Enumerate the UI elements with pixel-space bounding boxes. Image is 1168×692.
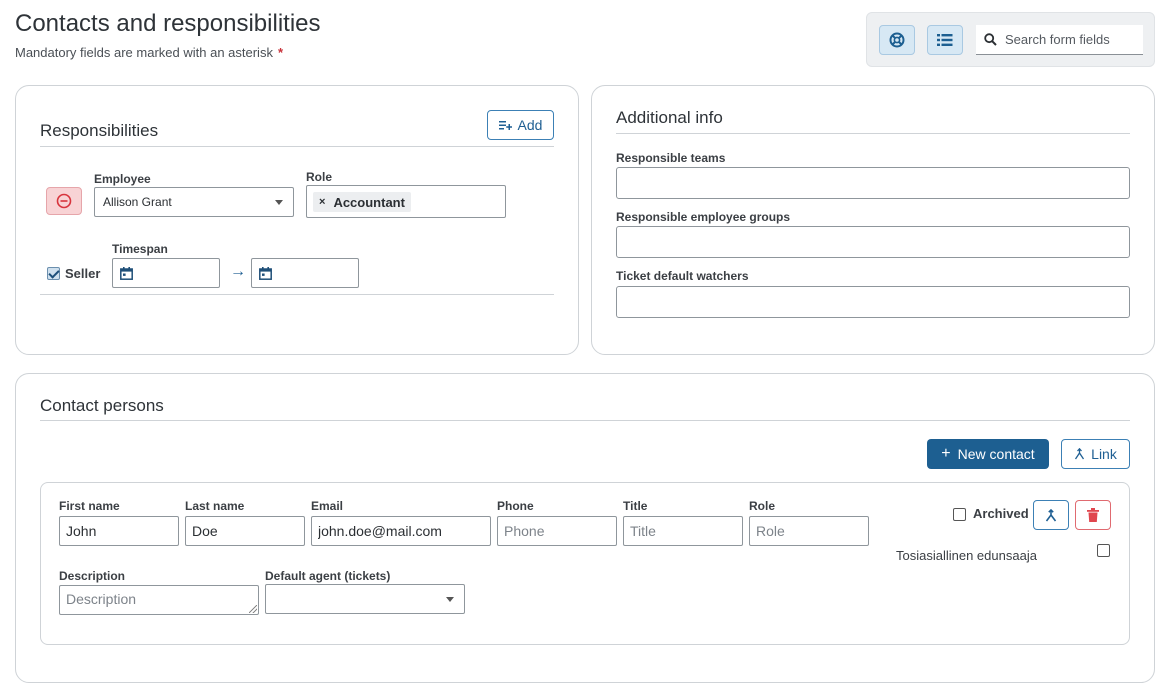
list-view-button[interactable]	[927, 25, 963, 55]
phone-label: Phone	[497, 499, 534, 513]
role-tag-label: Accountant	[333, 194, 405, 210]
link-contact-button[interactable]: Link	[1061, 439, 1130, 469]
archived-label: Archived	[973, 506, 1029, 521]
new-contact-label: New contact	[957, 446, 1035, 462]
last-name-label: Last name	[185, 499, 245, 513]
responsibilities-title: Responsibilities	[40, 121, 159, 140]
description-textarea[interactable]	[59, 585, 259, 615]
page-subtitle: Mandatory fields are marked with an aste…	[15, 45, 283, 60]
ticket-watchers-input[interactable]	[616, 286, 1130, 318]
timespan-start-date[interactable]	[112, 258, 220, 288]
chevron-down-icon	[275, 200, 283, 205]
search-input[interactable]	[1003, 31, 1138, 48]
employee-label: Employee	[94, 172, 151, 186]
trash-icon	[1087, 508, 1099, 522]
first-name-label: First name	[59, 499, 120, 513]
add-list-icon	[498, 120, 512, 130]
responsibility-row-divider	[40, 294, 554, 295]
responsible-groups-input[interactable]	[616, 226, 1130, 258]
asterisk-marker: *	[277, 45, 284, 60]
contact-persons-divider	[40, 420, 1130, 421]
tag-remove-icon[interactable]: ×	[319, 196, 325, 208]
contact-role-label: Role	[749, 499, 776, 513]
employee-value: Allison Grant	[103, 195, 172, 209]
new-contact-button[interactable]: + New contact	[927, 439, 1049, 469]
lifebuoy-icon	[889, 32, 905, 48]
title-input[interactable]	[623, 516, 743, 546]
responsible-groups-label: Responsible employee groups	[616, 210, 791, 224]
calendar-icon	[120, 266, 133, 280]
link-label: Link	[1091, 446, 1117, 462]
role-label: Role	[306, 170, 333, 184]
search-form-fields	[976, 25, 1143, 55]
add-button-label: Add	[517, 117, 543, 133]
additional-info-title: Additional info	[616, 108, 723, 127]
email-label: Email	[311, 499, 344, 513]
beneficiary-label: Tosiasiallinen edunsaaja	[896, 548, 1037, 563]
phone-input[interactable]	[497, 516, 617, 546]
contact-role-input[interactable]	[749, 516, 869, 546]
timespan-end-date[interactable]	[251, 258, 359, 288]
chevron-down-icon	[446, 597, 454, 602]
seller-label: Seller	[65, 266, 101, 281]
responsible-teams-label: Responsible teams	[616, 151, 726, 165]
ticket-watchers-label: Ticket default watchers	[616, 269, 749, 283]
merge-contact-button[interactable]	[1033, 500, 1069, 530]
page-title: Contacts and responsibilities	[15, 10, 321, 37]
default-agent-label: Default agent (tickets)	[265, 569, 391, 583]
search-icon	[984, 33, 997, 46]
mandatory-note: Mandatory fields are marked with an aste…	[15, 45, 273, 60]
email-input[interactable]	[311, 516, 491, 546]
merge-icon	[1045, 508, 1057, 521]
list-view-icon	[937, 34, 953, 46]
responsibilities-divider	[40, 146, 554, 147]
employee-select[interactable]: Allison Grant	[94, 187, 294, 217]
help-button[interactable]	[879, 25, 915, 55]
description-label: Description	[59, 569, 126, 583]
responsible-teams-input[interactable]	[616, 167, 1130, 199]
default-agent-select[interactable]	[265, 584, 465, 614]
beneficiary-checkbox[interactable]	[1097, 544, 1110, 557]
remove-responsibility-button[interactable]	[46, 187, 82, 215]
form-toolbar	[866, 12, 1155, 67]
seller-checkbox[interactable]	[47, 267, 60, 280]
minus-circle-icon	[56, 193, 72, 209]
additional-info-divider	[616, 133, 1130, 134]
title-label: Title	[623, 499, 648, 513]
contact-persons-title: Contact persons	[40, 396, 164, 415]
add-responsibility-button[interactable]: Add	[487, 110, 554, 140]
archived-checkbox[interactable]	[953, 508, 966, 521]
delete-contact-button[interactable]	[1075, 500, 1111, 530]
role-tag: × Accountant	[313, 192, 411, 212]
timespan-label: Timespan	[112, 242, 168, 256]
calendar-icon	[259, 266, 272, 280]
plus-icon: +	[941, 445, 951, 462]
last-name-input[interactable]	[185, 516, 305, 546]
timespan-arrow-icon: →	[230, 263, 246, 280]
first-name-input[interactable]	[59, 516, 179, 546]
merge-icon	[1075, 448, 1085, 460]
